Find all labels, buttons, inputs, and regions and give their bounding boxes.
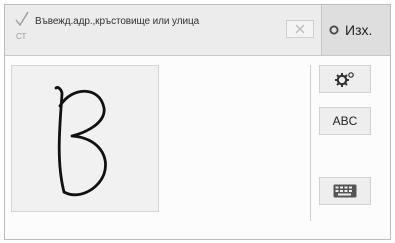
keyboard-icon bbox=[333, 184, 357, 198]
handwriting-canvas[interactable] bbox=[11, 65, 159, 212]
handwriting-input-screen: СТ Въвежд.адр.,кръстовище или улица Изх. bbox=[4, 4, 391, 240]
abc-keyboard-button[interactable]: ABC bbox=[319, 107, 371, 135]
exit-label: Изх. bbox=[345, 22, 373, 38]
input-hint-label: СТ bbox=[16, 32, 27, 41]
keyboard-button[interactable] bbox=[319, 177, 371, 205]
exit-icon bbox=[329, 25, 339, 35]
clear-button[interactable] bbox=[286, 20, 314, 38]
settings-button[interactable] bbox=[319, 65, 371, 93]
check-icon[interactable] bbox=[14, 11, 30, 27]
destination-input-field[interactable]: Въвежд.адр.,кръстовище или улица bbox=[35, 16, 199, 27]
clear-icon bbox=[295, 24, 305, 34]
abc-label: ABC bbox=[332, 114, 358, 128]
input-bar: СТ Въвежд.адр.,кръстовище или улица Изх. bbox=[5, 5, 390, 56]
exit-button[interactable]: Изх. bbox=[321, 5, 390, 55]
handwritten-glyph bbox=[54, 86, 107, 197]
gear-icon bbox=[335, 72, 354, 87]
vertical-divider bbox=[310, 65, 311, 221]
